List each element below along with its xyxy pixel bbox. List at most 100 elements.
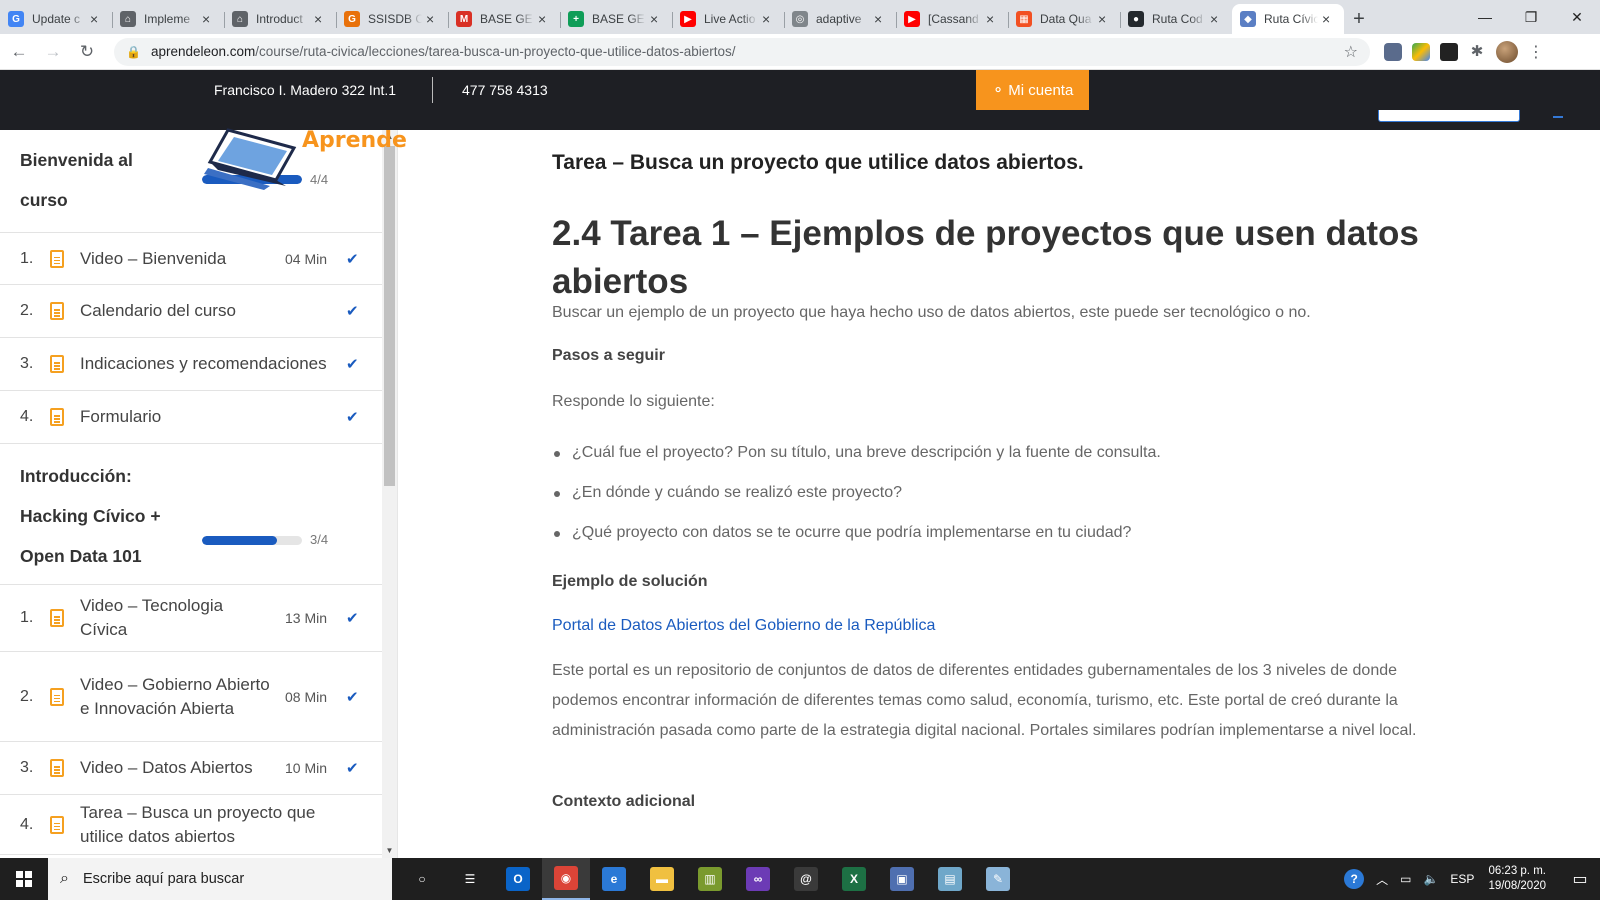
power-bi-taskbar-button[interactable]: ▥ <box>686 858 734 900</box>
close-tab-icon[interactable]: × <box>1210 11 1224 27</box>
input-language[interactable]: ESP <box>1450 872 1474 886</box>
taskbar-search[interactable]: ⌕ Escribe aquí para buscar <box>48 858 392 900</box>
section-progress-text: 3/4 <box>310 532 329 547</box>
tab-strip: G Update c × ⌂ Impleme × ⌂ Introduct × G SSISDB C ×… <box>0 0 1600 34</box>
forward-icon[interactable]: → <box>38 37 68 67</box>
network-icon[interactable]: ▭ <box>1400 872 1411 886</box>
document-icon <box>50 249 64 268</box>
progress-fill <box>202 536 277 545</box>
taskbar-clock[interactable]: 06:23 p. m. 19/08/2020 <box>1488 864 1546 894</box>
lock-icon[interactable]: 🔒 <box>126 45 141 59</box>
notifications-icon[interactable]: ▭ <box>1560 858 1600 900</box>
lesson-item[interactable]: 2. Calendario del curso ✔ <box>0 285 382 338</box>
browser-tab[interactable]: ⌂ Impleme × <box>112 4 224 34</box>
timeline-taskbar-button[interactable]: ☰ <box>446 858 494 900</box>
lesson-number: 1. <box>20 609 34 626</box>
extensions-puzzle-icon[interactable]: ✱ <box>1468 43 1486 61</box>
browser-tab[interactable]: ▶ Live Actio × <box>672 4 784 34</box>
close-tab-icon[interactable]: × <box>90 11 104 27</box>
close-tab-icon[interactable]: × <box>1098 11 1112 27</box>
browser-tab[interactable]: G SSISDB C × <box>336 4 448 34</box>
close-tab-icon[interactable]: × <box>874 11 888 27</box>
close-tab-icon[interactable]: × <box>426 11 440 27</box>
window-controls: — ❐ ✕ <box>1462 0 1600 34</box>
extension-icon[interactable] <box>1384 42 1402 61</box>
browser-tab[interactable]: M BASE GEN × <box>448 4 560 34</box>
start-button[interactable] <box>0 858 48 900</box>
timeline-icon: ☰ <box>464 872 476 886</box>
lesson-item[interactable]: 4. Formulario ✔ <box>0 391 382 444</box>
close-tab-icon[interactable]: × <box>650 11 664 27</box>
mail-client-taskbar-button[interactable]: @ <box>782 858 830 900</box>
power-bi-icon: ▥ <box>698 867 722 891</box>
document-icon <box>50 302 64 320</box>
lesson-item[interactable]: 1. Video – Tecnologia Cívica 13 Min ✔ <box>0 584 382 652</box>
scroll-down-icon[interactable]: ▼ <box>382 844 397 858</box>
restore-icon[interactable]: ❐ <box>1508 0 1554 34</box>
close-tab-icon[interactable]: × <box>1322 11 1336 27</box>
excel-taskbar-button[interactable]: X <box>830 858 878 900</box>
edge-taskbar-button[interactable]: e <box>590 858 638 900</box>
sidebar-scrollbar[interactable]: ▲ ▼ <box>382 130 397 858</box>
questions-list: ¿Cuál fue el proyecto? Pon su título, un… <box>552 433 1442 553</box>
my-account-button[interactable]: ⚬ Mi cuenta <box>976 70 1089 110</box>
outlook-icon: O <box>506 867 530 891</box>
close-tab-icon[interactable]: × <box>762 11 776 27</box>
close-tab-icon[interactable]: × <box>314 11 328 27</box>
volume-icon[interactable]: 🔈 <box>1423 872 1438 886</box>
file-explorer-icon: ▬ <box>650 867 674 891</box>
scrollbar-thumb[interactable] <box>384 146 395 486</box>
new-tab-button[interactable]: + <box>1344 4 1374 34</box>
lesson-number: 4. <box>20 408 34 425</box>
reload-icon[interactable]: ↻ <box>72 37 102 67</box>
ssisdb-icon: G <box>344 11 360 27</box>
task-view-taskbar-button[interactable]: ○ <box>398 858 446 900</box>
lesson-item[interactable]: 2. Video – Gobierno Abierto e Innovación … <box>0 652 382 742</box>
section-header[interactable]: Introducción: Hacking Cívico + Open Data 1… <box>0 444 382 584</box>
close-window-icon[interactable]: ✕ <box>1554 0 1600 34</box>
close-tab-icon[interactable]: × <box>986 11 1000 27</box>
example-link[interactable]: Portal de Datos Abiertos del Gobierno de… <box>552 617 935 635</box>
chrome-taskbar-button[interactable]: ◉ <box>542 858 590 900</box>
browser-tab[interactable]: G Update c × <box>0 4 112 34</box>
microsoft-icon: ▦ <box>1016 11 1032 27</box>
paint-taskbar-button[interactable]: ✎ <box>974 858 1022 900</box>
tab-title: [Cassand <box>928 12 979 26</box>
outlook-taskbar-button[interactable]: O <box>494 858 542 900</box>
bookmark-star-icon[interactable]: ☆ <box>1344 42 1358 62</box>
minimize-icon[interactable]: — <box>1462 0 1508 34</box>
lesson-item[interactable]: 1. Video – Bienvenida 04 Min ✔ <box>0 232 382 285</box>
help-icon[interactable]: ? <box>1344 869 1365 889</box>
lesson-item[interactable]: 4. Tarea – Busca un proyecto que utilice … <box>0 795 382 855</box>
extension-icon[interactable] <box>1412 42 1430 61</box>
browser-tab[interactable]: ◎ adaptive × <box>784 4 896 34</box>
browser-tab[interactable]: ● Ruta Cod × <box>1120 4 1232 34</box>
browser-menu-icon[interactable]: ⋮ <box>1528 42 1544 62</box>
notepad-taskbar-button[interactable]: ▤ <box>926 858 974 900</box>
tray-chevron-icon[interactable]: ︿ <box>1376 871 1388 888</box>
context-heading: Contexto adicional <box>552 793 696 810</box>
browser-tab[interactable]: + BASE GEN × <box>560 4 672 34</box>
completed-check-icon: ✔ <box>346 303 359 320</box>
browser-tab[interactable]: ▶ [Cassand × <box>896 4 1008 34</box>
header-button[interactable] <box>1378 110 1520 122</box>
file-explorer-taskbar-button[interactable]: ▬ <box>638 858 686 900</box>
paint-icon: ✎ <box>986 867 1010 891</box>
extension-icon[interactable] <box>1440 42 1458 61</box>
address-bar[interactable]: 🔒 aprendeleon.com /course/ruta-civica/le… <box>114 37 1370 66</box>
visual-studio-taskbar-button[interactable]: ∞ <box>734 858 782 900</box>
profile-avatar[interactable] <box>1496 40 1518 63</box>
aprende-logo[interactable]: Aprende <box>200 128 407 190</box>
example-heading: Ejemplo de solución <box>552 573 708 590</box>
back-icon[interactable]: ← <box>4 37 34 67</box>
rdp-taskbar-button[interactable]: ▣ <box>878 858 926 900</box>
lesson-item[interactable]: 3. Indicaciones y recomendaciones ✔ <box>0 338 382 391</box>
close-tab-icon[interactable]: × <box>538 11 552 27</box>
browser-tab[interactable]: ▦ Data Qua × <box>1008 4 1120 34</box>
browser-tab[interactable]: ◆ Ruta Cívic × <box>1232 4 1344 34</box>
close-tab-icon[interactable]: × <box>202 11 216 27</box>
browser-tab[interactable]: ⌂ Introduct × <box>224 4 336 34</box>
course-curriculum: Bienvenida al curso 4/4 1. Video – Bienvenid… <box>0 130 382 855</box>
lesson-item[interactable]: 3. Video – Datos Abiertos 10 Min ✔ <box>0 742 382 795</box>
lesson-number: 1. <box>20 249 34 267</box>
